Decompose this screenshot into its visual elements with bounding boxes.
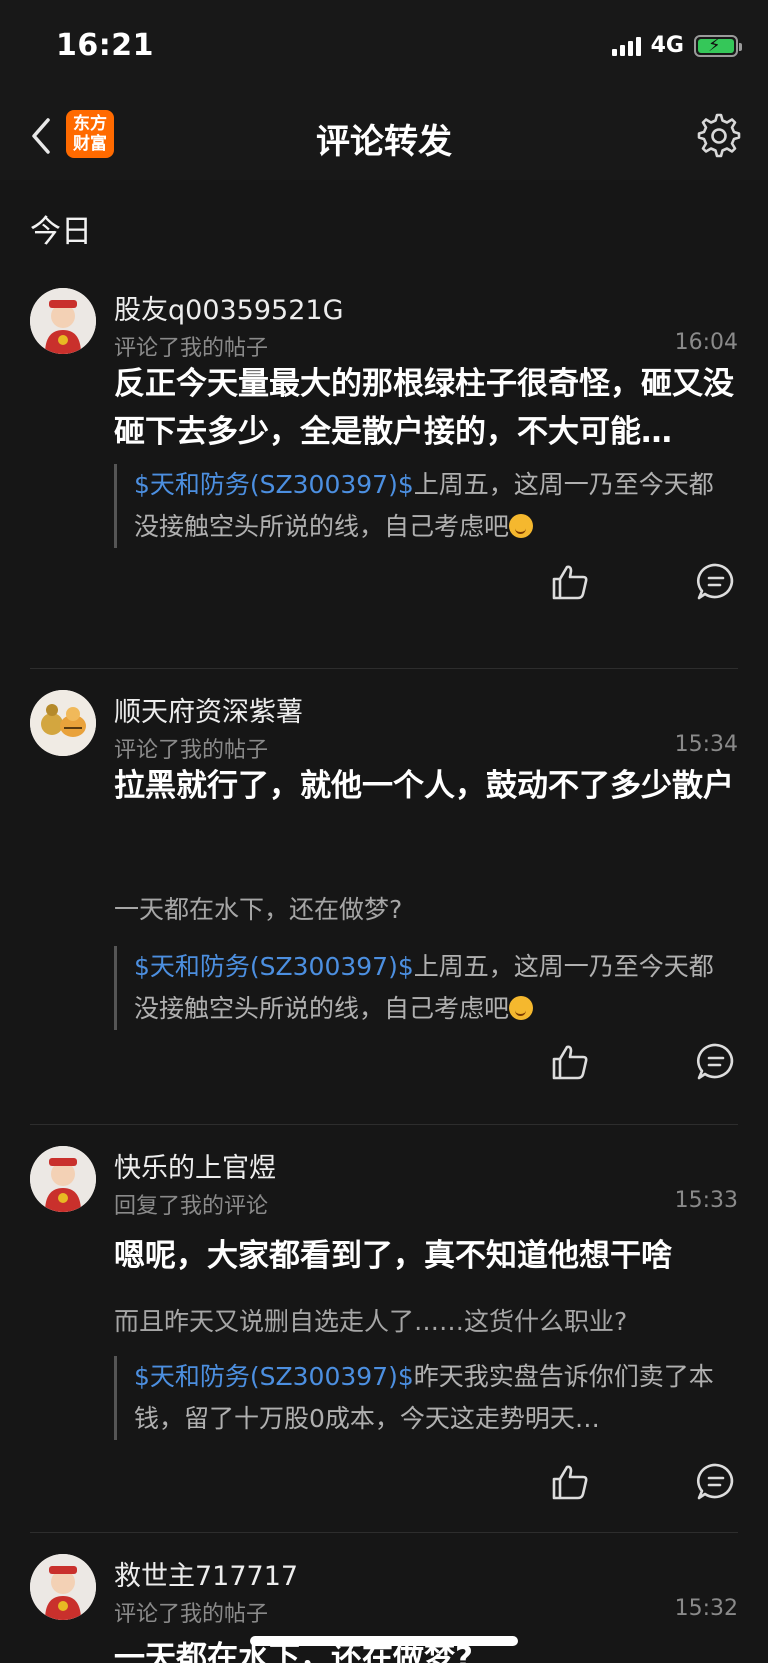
avatar[interactable] bbox=[30, 1146, 96, 1212]
action-text: 回复了我的评论 bbox=[114, 1194, 269, 1219]
divider bbox=[30, 1124, 738, 1125]
username[interactable]: 快乐的上官煜 bbox=[114, 1146, 276, 1185]
like-icon[interactable] bbox=[550, 1462, 590, 1502]
smile-emoji-icon bbox=[509, 514, 534, 538]
nav-bar: 东方 财富 评论转发 bbox=[0, 94, 768, 180]
action-text: 评论了我的帖子 bbox=[114, 1602, 269, 1627]
timestamp: 15:33 bbox=[674, 1188, 738, 1213]
page-title: 评论转发 bbox=[316, 122, 452, 162]
comment-content: 拉黑就行了，就他一个人，鼓动不了多少散户 bbox=[114, 768, 734, 804]
signal-icon bbox=[611, 36, 641, 56]
like-icon[interactable] bbox=[550, 562, 590, 602]
home-indicator[interactable] bbox=[250, 1636, 518, 1646]
notification-item[interactable]: 快乐的上官煜 回复了我的评论 15:33 嗯呢，大家都看到了，真不知道他想干啥 … bbox=[30, 1146, 738, 1500]
reply-text: 而且昨天又说删自选走人了……这货什么职业? bbox=[114, 1307, 628, 1336]
divider bbox=[30, 1532, 738, 1533]
comment-icon[interactable] bbox=[696, 562, 736, 602]
username[interactable]: 顺天府资深紫薯 bbox=[114, 690, 303, 729]
avatar[interactable] bbox=[30, 690, 96, 756]
timestamp: 16:04 bbox=[674, 330, 738, 355]
quoted-post[interactable]: $天和防务(SZ300397)$昨天我实盘告诉你们卖了本钱，留了十万股0成本，今… bbox=[114, 1356, 738, 1440]
timestamp: 15:34 bbox=[674, 732, 738, 757]
comment-content: 嗯呢，大家都看到了，真不知道他想干啥 bbox=[114, 1238, 672, 1274]
notification-item[interactable]: 救世主717717 评论了我的帖子 15:32 一天都在水下，还在做梦? bbox=[30, 1554, 738, 1663]
section-today: 今日 bbox=[30, 214, 92, 250]
like-icon[interactable] bbox=[550, 1042, 590, 1082]
notification-item[interactable]: 顺天府资深紫薯 评论了我的帖子 15:34 拉黑就行了，就他一个人，鼓动不了多少… bbox=[30, 690, 738, 1090]
action-text: 评论了我的帖子 bbox=[114, 336, 269, 361]
status-indicators: 4G ⚡ bbox=[611, 33, 742, 58]
reply-text: 一天都在水下，还在做梦? bbox=[114, 895, 403, 924]
action-text: 评论了我的帖子 bbox=[114, 738, 269, 763]
settings-icon[interactable] bbox=[696, 113, 742, 159]
comment-icon[interactable] bbox=[696, 1462, 736, 1502]
username[interactable]: 股友q00359521G bbox=[114, 288, 344, 327]
quoted-post[interactable]: $天和防务(SZ300397)$上周五，这周一乃至今天都没接触空头所说的线，自己… bbox=[114, 464, 738, 548]
status-bar: 16:21 4G ⚡ bbox=[0, 0, 768, 94]
status-time: 16:21 bbox=[56, 28, 154, 63]
stock-link[interactable]: $天和防务(SZ300397)$ bbox=[134, 952, 414, 981]
comment-icon[interactable] bbox=[696, 1042, 736, 1082]
network-label: 4G bbox=[650, 33, 684, 58]
comment-content: 反正今天量最大的那根绿柱子很奇怪，砸又没砸下去多少，全是散户接的，不大可能… bbox=[114, 366, 734, 450]
smile-emoji-icon bbox=[509, 996, 534, 1020]
stock-link[interactable]: $天和防务(SZ300397)$ bbox=[134, 470, 414, 499]
avatar[interactable] bbox=[30, 1554, 96, 1620]
stock-link[interactable]: $天和防务(SZ300397)$ bbox=[134, 1362, 414, 1391]
timestamp: 15:32 bbox=[674, 1596, 738, 1621]
notification-item[interactable]: 股友q00359521G 评论了我的帖子 16:04 反正今天量最大的那根绿柱子… bbox=[30, 288, 738, 628]
avatar[interactable] bbox=[30, 288, 96, 354]
divider bbox=[30, 668, 738, 669]
quoted-post[interactable]: $天和防务(SZ300397)$上周五，这周一乃至今天都没接触空头所说的线，自己… bbox=[114, 946, 738, 1030]
battery-icon: ⚡ bbox=[694, 34, 742, 57]
username[interactable]: 救世主717717 bbox=[114, 1554, 298, 1593]
